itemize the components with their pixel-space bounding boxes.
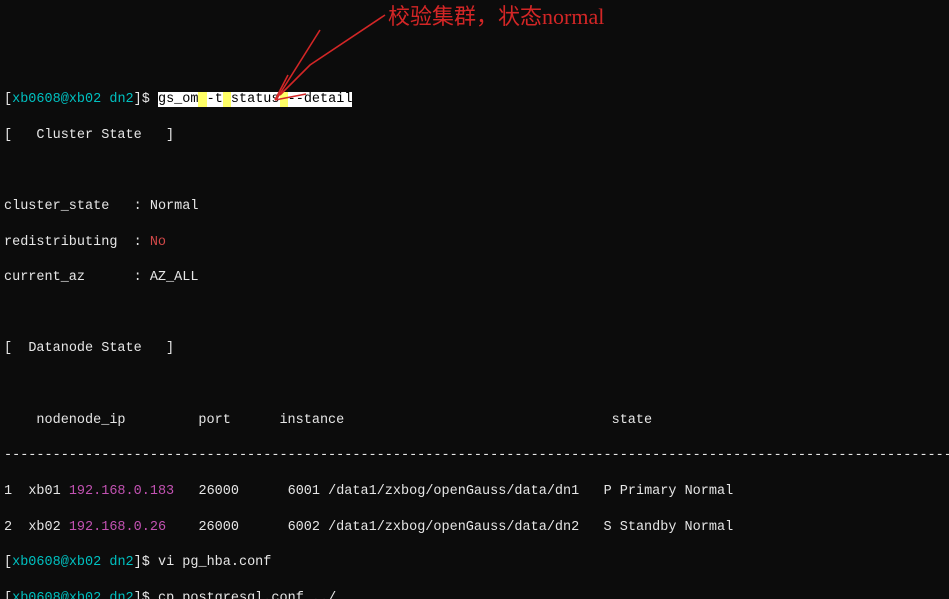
- table-row: 2 xb02 192.168.0.26 26000 6002 /data1/zx…: [0, 519, 949, 537]
- annotation-text: 校验集群，状态normal: [388, 2, 604, 31]
- section-header: [ Cluster State ]: [0, 127, 949, 145]
- annotation-arrow: [0, 0, 949, 599]
- kv-row: cluster_state : Normal: [0, 198, 949, 216]
- section-header: [ Datanode State ]: [0, 340, 949, 358]
- terminal-window[interactable]: 校验集群，状态normal [xb0608@xb02 dn2]$ gs_om -…: [0, 0, 949, 599]
- kv-row: current_az : AZ_ALL: [0, 269, 949, 287]
- prompt-line: [xb0608@xb02 dn2]$ cp postgresql.conf ..…: [0, 590, 949, 599]
- kv-row: redistributing : No: [0, 234, 949, 252]
- prompt-line: [xb0608@xb02 dn2]$ vi pg_hba.conf: [0, 554, 949, 572]
- table-header: nodenode_ip port instance state: [0, 412, 949, 430]
- prompt-line: [xb0608@xb02 dn2]$ gs_om -t status --det…: [0, 91, 949, 109]
- table-row: 1 xb01 192.168.0.183 26000 6001 /data1/z…: [0, 483, 949, 501]
- divider: ----------------------------------------…: [0, 447, 949, 465]
